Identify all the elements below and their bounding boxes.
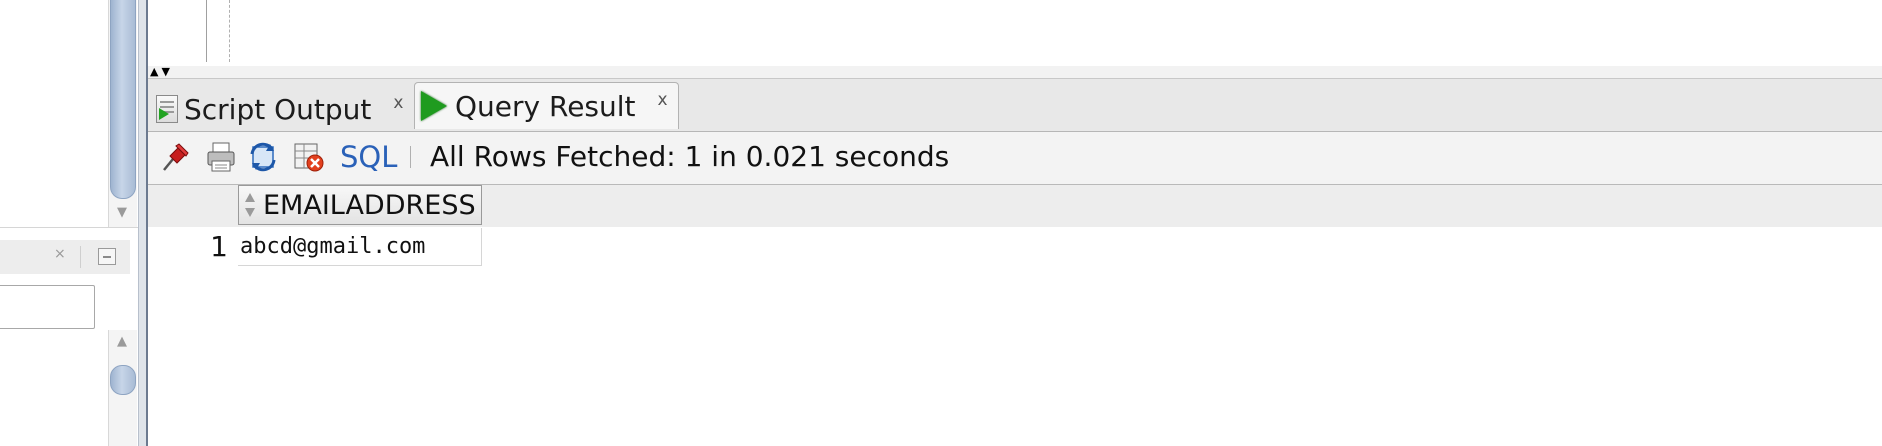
vertical-panel-splitter[interactable] [138, 0, 148, 446]
cancel-query-icon[interactable] [292, 140, 326, 174]
header-separator [80, 246, 81, 268]
results-tab-bar [148, 79, 1882, 132]
left-scrollbar-thumb[interactable] [110, 0, 136, 199]
sql-link[interactable]: SQL [340, 140, 397, 174]
splitter-collapse-arrows-icon[interactable]: ▲▼ [150, 66, 173, 78]
column-header-label: EMAILADDRESS [263, 189, 476, 221]
tab-label: Script Output [184, 92, 372, 126]
scroll-up-arrow-icon[interactable]: ▲ [112, 334, 132, 349]
print-icon[interactable] [204, 140, 238, 174]
left-panel-divider [0, 227, 138, 228]
left-bottom-scrollbar-thumb[interactable] [110, 365, 136, 395]
toolbar-separator [410, 146, 411, 168]
column-header-emailaddress[interactable]: EMAILADDRESS [238, 185, 482, 225]
sql-editor[interactable] [148, 0, 1882, 67]
editor-fold-guide [229, 0, 230, 62]
results-toolbar [148, 132, 1882, 185]
filter-input[interactable] [0, 285, 95, 329]
minimize-icon[interactable] [98, 248, 116, 265]
script-doc-icon [156, 95, 178, 123]
tab-query-result[interactable]: Query Result x [414, 82, 679, 129]
tab-script-output[interactable]: Script Output x [156, 87, 403, 131]
tab-close-icon[interactable]: x [393, 93, 403, 113]
tab-label: Query Result [455, 89, 636, 123]
pin-icon[interactable] [158, 140, 192, 174]
horizontal-splitter[interactable] [148, 66, 1882, 79]
tab-close-icon[interactable]: x [658, 90, 668, 110]
close-icon[interactable]: × [54, 246, 66, 262]
row-number: 1 [210, 230, 228, 263]
refresh-icon[interactable] [246, 140, 280, 174]
scroll-down-arrow-icon[interactable]: ▼ [112, 206, 132, 220]
table-cell-emailaddress[interactable]: abcd@gmail.com [238, 228, 482, 266]
fetch-status-text: All Rows Fetched: 1 in 0.021 seconds [430, 140, 950, 173]
sort-icon[interactable] [243, 191, 257, 219]
editor-gutter-divider [206, 0, 207, 62]
run-play-icon [421, 91, 447, 121]
